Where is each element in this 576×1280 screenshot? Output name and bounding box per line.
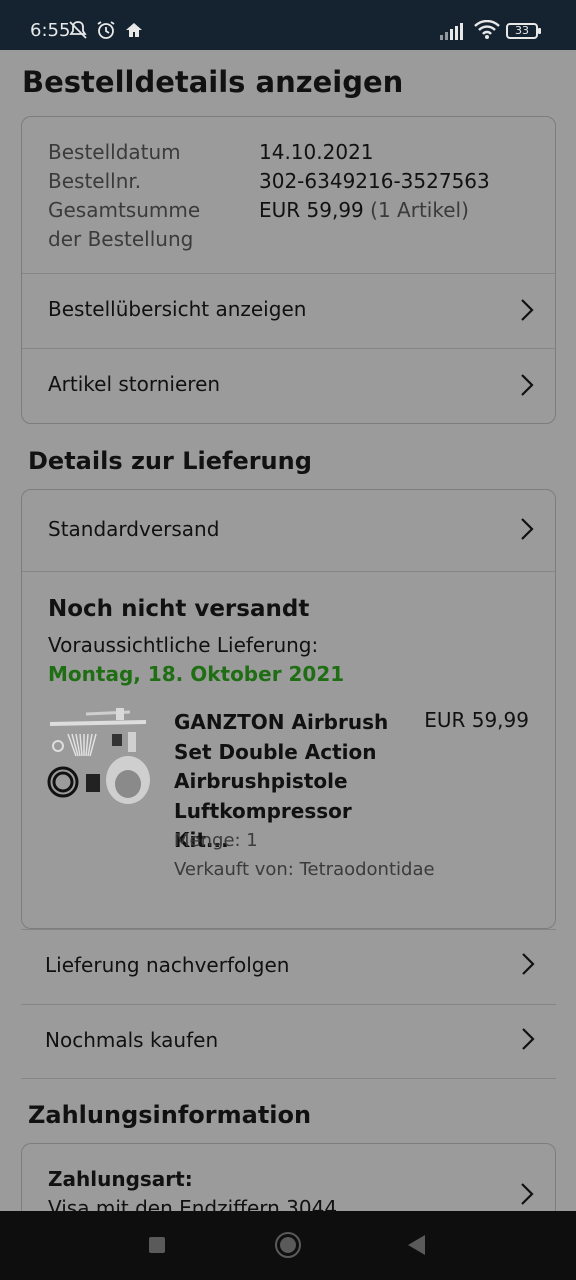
- chevron-right-icon: [521, 518, 534, 540]
- product-seller: Verkauft von: Tetraodontidae: [174, 859, 435, 880]
- payment-section-title: Zahlungsinformation: [28, 1101, 312, 1129]
- product-quantity: Menge: 1: [174, 830, 258, 851]
- battery-icon: 33: [506, 23, 541, 39]
- product-image[interactable]: [46, 704, 152, 808]
- order-number-label: Bestellnr.: [48, 169, 142, 193]
- cell-signal-icon: [440, 22, 466, 40]
- order-total-amount: EUR 59,99: [259, 198, 364, 222]
- buy-again-row[interactable]: Nochmals kaufen: [21, 1005, 556, 1080]
- status-time: 6:55: [30, 20, 71, 41]
- home-status-icon: [124, 20, 144, 45]
- chevron-right-icon: [521, 299, 534, 321]
- order-total-label-line1: Gesamtsumme: [48, 198, 201, 222]
- chevron-right-icon: [521, 1183, 534, 1205]
- order-date-label: Bestelldatum: [48, 140, 181, 164]
- shipment-status: Noch nicht versandt: [48, 596, 310, 622]
- track-delivery-label: Lieferung nachverfolgen: [45, 953, 290, 977]
- order-total-label-line2: der Bestellung: [48, 227, 194, 251]
- view-order-summary-label: Bestellübersicht anzeigen: [48, 297, 307, 321]
- order-summary-card: Bestelldatum 14.10.2021 Bestellnr. 302-6…: [21, 116, 556, 424]
- order-total-value: EUR 59,99 (1 Artikel): [259, 196, 469, 225]
- divider: [22, 571, 555, 572]
- alarm-icon: [96, 20, 116, 45]
- shipping-method-row[interactable]: Standardversand: [22, 490, 555, 564]
- delivery-section-title: Details zur Lieferung: [28, 447, 312, 475]
- wifi-icon: [474, 19, 500, 40]
- buy-again-label: Nochmals kaufen: [45, 1028, 219, 1052]
- system-nav-bar: [0, 1211, 576, 1280]
- chevron-right-icon: [522, 1028, 535, 1050]
- shipping-method-label: Standardversand: [48, 517, 220, 541]
- chevron-right-icon: [522, 953, 535, 975]
- cancel-items-row[interactable]: Artikel stornieren: [22, 349, 555, 423]
- back-icon[interactable]: [408, 1235, 425, 1255]
- home-icon[interactable]: [275, 1232, 301, 1258]
- recents-icon[interactable]: [149, 1237, 165, 1253]
- divider: [21, 1078, 556, 1079]
- view-order-summary-row[interactable]: Bestellübersicht anzeigen: [22, 274, 555, 348]
- chevron-right-icon: [521, 374, 534, 396]
- mute-icon: [68, 20, 88, 45]
- order-item-count: (1 Artikel): [370, 198, 469, 222]
- status-bar: 6:55 33: [0, 0, 576, 50]
- delivery-card: Standardversand Noch nicht versandt Vora…: [21, 489, 556, 929]
- order-date-value: 14.10.2021: [259, 140, 374, 164]
- product-price: EUR 59,99: [424, 708, 529, 732]
- payment-method-label: Zahlungsart:: [48, 1167, 193, 1191]
- order-number-value: 302-6349216-3527563: [259, 169, 490, 193]
- track-delivery-row[interactable]: Lieferung nachverfolgen: [21, 930, 556, 1005]
- eta-date: Montag, 18. Oktober 2021: [48, 662, 345, 686]
- cancel-items-label: Artikel stornieren: [48, 372, 221, 396]
- page-title: Bestelldetails anzeigen: [22, 65, 404, 99]
- eta-label: Voraussichtliche Lieferung:: [48, 633, 319, 657]
